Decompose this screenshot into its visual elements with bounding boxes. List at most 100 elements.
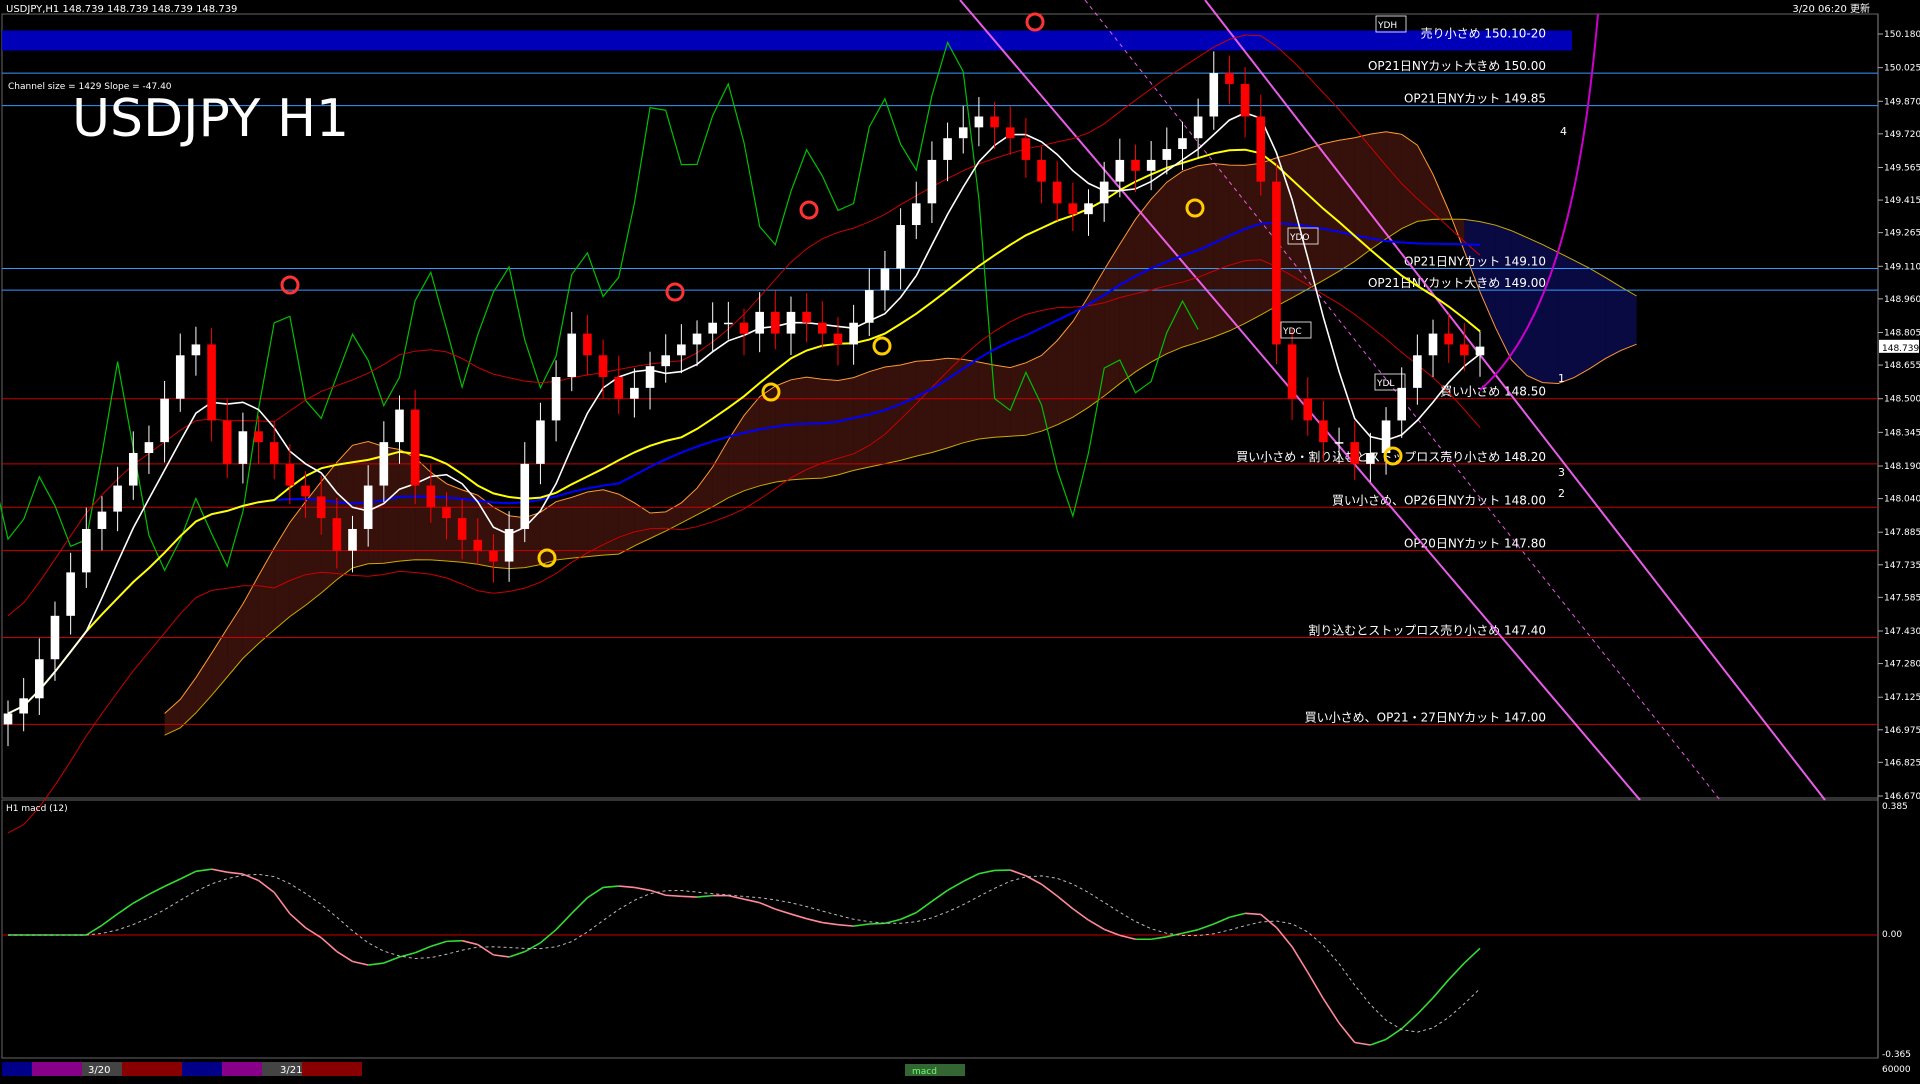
marker-label: YDH <box>1377 21 1397 31</box>
candle-body <box>1037 160 1046 182</box>
candle-body <box>1303 399 1312 421</box>
cloud-segment <box>822 379 838 478</box>
cloud-segment <box>1511 231 1527 376</box>
candle-body <box>1084 203 1093 214</box>
candle-body <box>1100 182 1109 204</box>
candle-body <box>348 529 357 551</box>
candle-body <box>1225 73 1234 84</box>
candle-body <box>19 698 28 713</box>
candle-body <box>1272 182 1281 345</box>
y-tick-label: 149.565 <box>1884 164 1920 174</box>
candle-body <box>1444 334 1453 345</box>
cloud-segment <box>1590 268 1606 368</box>
y-tick-label: 148.190 <box>1884 462 1920 472</box>
candle-body <box>1460 344 1469 355</box>
level-label: OP21日NYカット 149.10 <box>1404 254 1546 268</box>
candle-body <box>458 518 467 540</box>
candle-body <box>1131 160 1140 171</box>
y-tick-label: 148.040 <box>1884 495 1920 505</box>
candle-body <box>708 323 717 334</box>
cloud-segment <box>1104 244 1120 396</box>
candle-body <box>364 486 373 529</box>
projection-label: 3 <box>1558 466 1565 479</box>
cloud-segment <box>1167 171 1183 353</box>
current-price-label: 148.739 <box>1882 344 1919 354</box>
candle-body <box>881 268 890 290</box>
date-label-2: 3/21 <box>280 1065 302 1076</box>
candle-body <box>254 431 263 442</box>
cloud-segment <box>1010 363 1026 436</box>
candle-body <box>928 160 937 203</box>
candle-body <box>990 116 999 127</box>
y-tick-label: 146.975 <box>1884 726 1920 736</box>
marker-label: YDC <box>1282 327 1302 337</box>
y-tick-label: 147.885 <box>1884 528 1920 538</box>
y-tick-label: 150.025 <box>1884 64 1920 74</box>
level-label: OP21日NYカット大きめ 150.00 <box>1368 59 1546 73</box>
cloud-segment <box>1339 138 1355 271</box>
candle-body <box>787 312 796 334</box>
macd-scale-top: 0.385 <box>1882 802 1908 812</box>
candle-body <box>4 714 13 725</box>
cloud-segment <box>1120 219 1136 383</box>
candle-body <box>176 355 185 398</box>
date-label-1: 3/20 <box>88 1065 110 1076</box>
candle-body <box>1069 203 1078 214</box>
cloud-segment <box>963 359 979 442</box>
level-label: 売り小さめ 150.10-20 <box>1421 26 1546 41</box>
candle-body <box>865 290 874 323</box>
candle-body <box>270 442 279 464</box>
candle-body <box>223 420 232 463</box>
level-label: OP21日NYカット 149.85 <box>1404 92 1546 106</box>
candle-body <box>301 486 310 497</box>
candle-body <box>661 355 670 366</box>
candle-body <box>536 420 545 463</box>
candle-body <box>442 507 451 518</box>
candle-body <box>1366 453 1375 464</box>
macd-scale-bottom: -0.365 <box>1882 1050 1911 1060</box>
y-tick-label: 148.500 <box>1884 395 1920 405</box>
cloud-segment <box>603 490 619 555</box>
cloud-segment <box>854 372 870 471</box>
candle-body <box>1116 160 1125 182</box>
cloud-segment <box>587 490 603 557</box>
candle-body <box>755 312 764 334</box>
chart-window: 売り小さめ 150.10-20 OP21日NYカット大きめ 150.00 OP21日… <box>0 0 1920 1080</box>
candle-body <box>520 464 529 529</box>
volume-label: 60000 <box>1882 1065 1911 1075</box>
level-label: 買い小さめ、OP21・27日NYカット 147.00 <box>1305 710 1546 724</box>
marker-label: YDL <box>1376 379 1394 389</box>
cloud-segment <box>1245 163 1261 323</box>
cloud-segment <box>1229 165 1245 331</box>
candle-body <box>1194 116 1203 138</box>
candle-body <box>317 496 326 518</box>
candle-body <box>35 659 44 698</box>
candle-body <box>145 442 154 453</box>
candle-body <box>207 344 216 420</box>
candle-body <box>473 540 482 551</box>
cloud-segment <box>1198 164 1214 343</box>
candle-body <box>912 203 921 225</box>
candle-body <box>1429 334 1438 356</box>
candle-body <box>113 486 122 512</box>
candle-body <box>192 344 201 355</box>
y-tick-label: 148.655 <box>1884 361 1920 371</box>
macd-segment <box>666 895 682 896</box>
cloud-segment <box>916 360 932 456</box>
candle-body <box>505 529 514 562</box>
candle-body <box>286 464 295 486</box>
cloud-segment <box>869 367 885 467</box>
candle-body <box>567 334 576 377</box>
level-band <box>2 31 1572 51</box>
candle-body <box>82 529 91 572</box>
y-tick-label: 149.870 <box>1884 97 1920 107</box>
y-tick-label: 146.825 <box>1884 758 1920 768</box>
y-tick-label: 149.415 <box>1884 196 1920 206</box>
y-tick-label: 149.720 <box>1884 130 1920 140</box>
candle-body <box>1413 355 1422 388</box>
candle-body <box>395 410 404 443</box>
candle-body <box>630 388 639 399</box>
candle-body <box>239 431 248 464</box>
candle-body <box>51 616 60 659</box>
level-label: 買い小さめ 148.50 <box>1440 385 1546 399</box>
